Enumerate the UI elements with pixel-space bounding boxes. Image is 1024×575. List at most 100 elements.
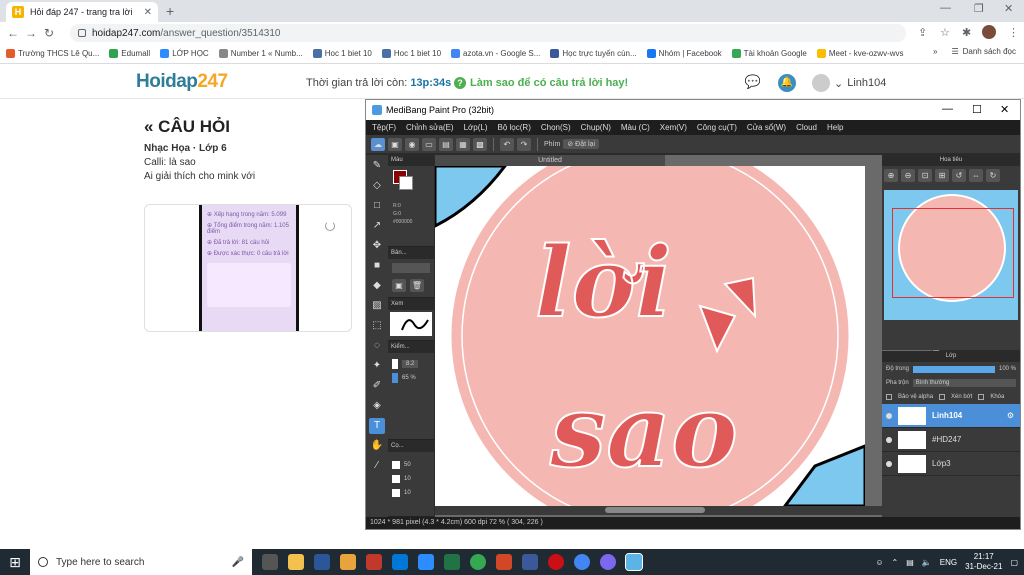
bookmark-item[interactable]: Edumall: [109, 49, 150, 58]
people-icon[interactable]: ☺: [875, 558, 883, 567]
browser-tab[interactable]: H Hỏi đáp 247 - trang tra lời ✕: [6, 2, 158, 22]
clock[interactable]: 21:17 31-Dec-21: [965, 552, 1002, 572]
mb-menu-item[interactable]: Bộ lọc(R): [498, 123, 531, 132]
bookmark-item[interactable]: Hoc 1 biet 10: [312, 49, 372, 58]
eyedropper-icon[interactable]: ⁄: [369, 458, 385, 474]
bookmarks-more[interactable]: »: [933, 47, 937, 56]
layer-row[interactable]: #HD247: [882, 428, 1020, 452]
eraser-tool-icon[interactable]: ◇: [369, 178, 385, 194]
canvas-area[interactable]: Untitled lời sao: [435, 155, 933, 517]
opera-icon[interactable]: [548, 554, 564, 570]
brush-tool-icon[interactable]: ✎: [369, 158, 385, 174]
hoidap247-logo[interactable]: Hoidap247: [136, 71, 228, 93]
network-icon[interactable]: ▤: [906, 558, 914, 567]
bookmark-item[interactable]: Nhóm | Facebook: [646, 49, 722, 58]
flip-icon[interactable]: ⇔: [969, 169, 983, 182]
mb-menu-item[interactable]: Cloud: [796, 123, 817, 132]
open-icon[interactable]: ▣: [388, 137, 402, 151]
visibility-icon[interactable]: [886, 412, 892, 419]
bookmark-star-icon[interactable]: ☆: [940, 26, 950, 39]
mb-menu-item[interactable]: Xem(V): [660, 123, 687, 132]
reset-button[interactable]: ⊘ Đặt lại: [563, 139, 599, 149]
pen-select-icon[interactable]: ✐: [369, 378, 385, 394]
cloud-icon[interactable]: ☁: [371, 137, 385, 151]
grid-icon[interactable]: ▦: [456, 137, 470, 151]
clipping-checkbox[interactable]: [939, 394, 946, 400]
reload-icon[interactable]: ↻: [40, 26, 58, 40]
bookmark-item[interactable]: Meet - kve-ozwv-wvs: [816, 49, 904, 58]
size-option[interactable]: 10: [404, 476, 411, 482]
hand-tool-icon[interactable]: ✋: [369, 438, 385, 454]
rotate-left-icon[interactable]: ↺: [952, 169, 966, 182]
undo-icon[interactable]: ↶: [500, 137, 514, 151]
actual-size-icon[interactable]: ⊞: [935, 169, 949, 182]
user-menu[interactable]: ⌄ Linh104: [812, 74, 886, 92]
tray-up-icon[interactable]: ⌃: [892, 558, 899, 567]
close-window-icon[interactable]: ✕: [1004, 2, 1013, 15]
visibility-icon[interactable]: [886, 436, 892, 443]
chrome-menu-icon[interactable]: ⋮: [1008, 26, 1019, 39]
profile-avatar[interactable]: [982, 25, 996, 39]
excel-icon[interactable]: [444, 554, 460, 570]
app-icon[interactable]: [366, 554, 382, 570]
rotate-right-icon[interactable]: ↻: [986, 169, 1000, 182]
answer-hint-link[interactable]: ? Làm sao để có câu trả lời hay!: [454, 77, 628, 89]
mb-menu-item[interactable]: Chọn(S): [541, 123, 571, 132]
visibility-icon[interactable]: [886, 460, 892, 467]
blend-mode-select[interactable]: Bình thường: [912, 379, 1016, 387]
share-icon[interactable]: ⇪: [918, 26, 927, 39]
mb-menu-item[interactable]: Cửa sổ(W): [747, 123, 786, 132]
magic-wand-icon[interactable]: ✦: [369, 358, 385, 374]
taskbar-search[interactable]: Type here to search 🎤: [30, 549, 252, 575]
navigator-preview[interactable]: [884, 190, 1018, 320]
facebook-icon[interactable]: [522, 554, 538, 570]
canvas-horizontal-scrollbar[interactable]: [435, 506, 940, 515]
mb-menu-item[interactable]: Chỉnh sửa(E): [406, 123, 454, 132]
layer-row[interactable]: Lớp3: [882, 452, 1020, 476]
brush-opacity-value[interactable]: 65 %: [402, 375, 416, 381]
layer-row[interactable]: Linh104 ⚙: [882, 404, 1020, 428]
mb-menu-item[interactable]: Tệp(F): [372, 123, 396, 132]
zoom-out-icon[interactable]: ⊖: [901, 169, 915, 182]
document-tab[interactable]: Untitled: [435, 155, 665, 166]
messenger-icon[interactable]: [600, 554, 616, 570]
move-tool-icon[interactable]: ✥: [369, 238, 385, 254]
mb-minimize-icon[interactable]: —: [942, 103, 953, 115]
language-indicator[interactable]: ENG: [940, 558, 957, 567]
chat-icon[interactable]: 💬: [744, 74, 762, 92]
volume-icon[interactable]: 🔈: [922, 558, 932, 567]
background-color-swatch[interactable]: [399, 176, 413, 190]
omnibox[interactable]: hoidap247.com/answer_question/3514310: [70, 24, 906, 42]
task-view-icon[interactable]: [262, 554, 278, 570]
brush-select[interactable]: [392, 263, 430, 273]
windows-start-icon[interactable]: ⊞: [0, 549, 30, 575]
file-explorer-icon[interactable]: [288, 554, 304, 570]
mb-menu-item[interactable]: Màu (C): [621, 123, 650, 132]
mic-icon[interactable]: 🎤: [232, 557, 244, 568]
restore-icon[interactable]: ❐: [974, 2, 984, 15]
protect-alpha-checkbox[interactable]: [886, 394, 892, 400]
fill-rect-icon[interactable]: ■: [369, 258, 385, 274]
minimize-icon[interactable]: —: [940, 2, 951, 14]
fit-icon[interactable]: ⊡: [918, 169, 932, 182]
lock-checkbox[interactable]: [978, 394, 985, 400]
extensions-icon[interactable]: ✱: [962, 26, 971, 39]
delete-brush-icon[interactable]: 🗑: [410, 279, 424, 292]
navigator-viewport[interactable]: [892, 208, 1014, 298]
bookmark-item[interactable]: Hoc 1 biet 10: [381, 49, 441, 58]
medibang-taskbar-icon[interactable]: [625, 553, 643, 571]
layer-opacity-slider[interactable]: [913, 365, 995, 373]
zoom-in-icon[interactable]: ⊕: [884, 169, 898, 182]
chrome2-icon[interactable]: [574, 554, 590, 570]
mb-maximize-icon[interactable]: ☐: [972, 103, 982, 116]
canvas-artwork[interactable]: lời sao: [435, 166, 865, 506]
bucket-tool-icon[interactable]: ◆: [369, 278, 385, 294]
powerpoint-icon[interactable]: [496, 554, 512, 570]
notifications-icon[interactable]: ▢: [1010, 558, 1018, 567]
reading-list-link[interactable]: Danh sách đọc: [963, 47, 1016, 56]
edge-icon[interactable]: [392, 554, 408, 570]
notification-bell-icon[interactable]: 🔔: [778, 74, 796, 92]
mb-menu-item[interactable]: Chụp(N): [581, 123, 611, 132]
chrome-icon[interactable]: [470, 554, 486, 570]
gradient-tool-icon[interactable]: ▨: [369, 298, 385, 314]
